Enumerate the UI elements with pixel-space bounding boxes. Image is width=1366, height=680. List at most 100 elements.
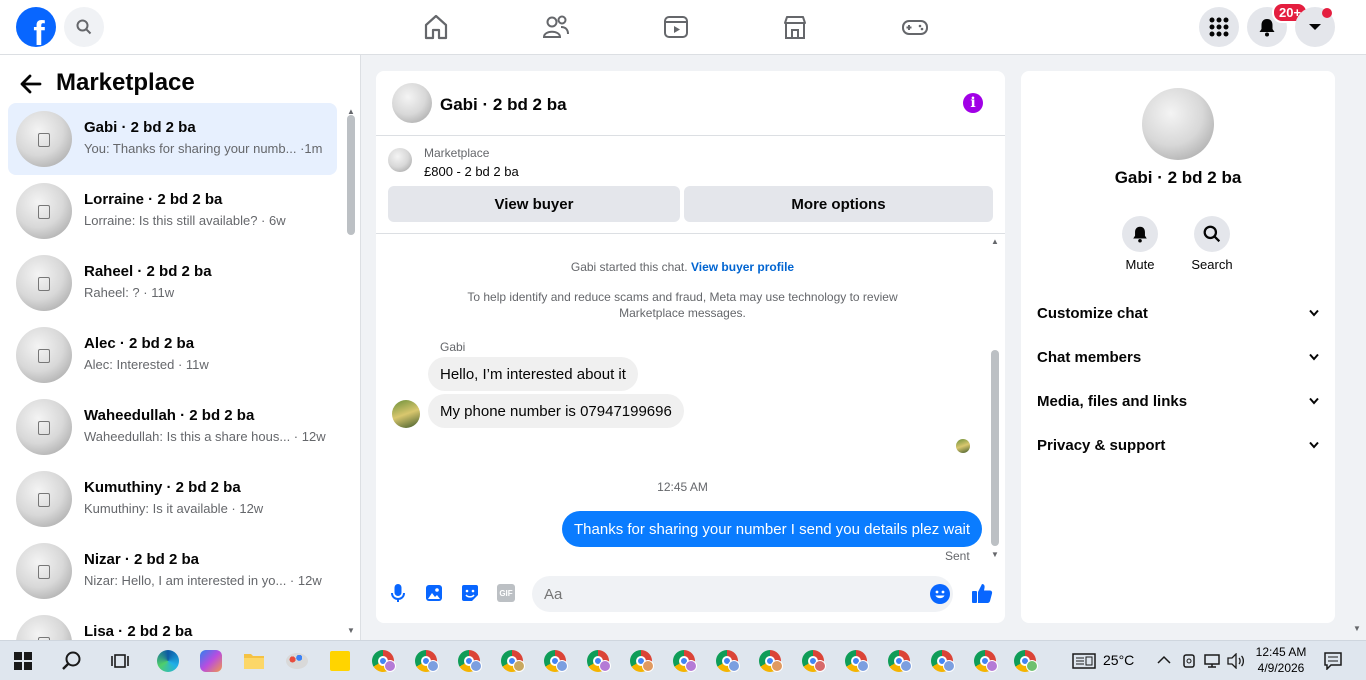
palette-icon [286, 653, 308, 669]
sticker-button[interactable] [459, 582, 481, 604]
taskbar-clock[interactable]: 12:45 AM 4/9/2026 [1250, 644, 1312, 676]
weather-temperature[interactable]: 25°C [1103, 652, 1134, 668]
chrome-window-active[interactable] [974, 650, 998, 672]
gif-button[interactable]: GIF [495, 582, 517, 604]
chat-members-section[interactable]: Chat members [1037, 345, 1319, 369]
back-button[interactable] [18, 71, 44, 97]
incoming-message[interactable]: My phone number is 07947199696 [428, 394, 684, 428]
media-files-links-section[interactable]: Media, files and links [1037, 389, 1319, 413]
conversation-item-lisa[interactable]: Lisa · 2 bd 2 ba [8, 607, 337, 640]
chrome-window[interactable] [544, 650, 568, 672]
conversation-preview: Raheel: ? · 11w [84, 285, 175, 300]
like-button[interactable] [971, 582, 993, 604]
listing-price-title[interactable]: £800 - 2 bd 2 ba [424, 164, 519, 179]
photo-icon [426, 585, 442, 601]
taskbar-search-button[interactable] [56, 645, 88, 677]
privacy-support-section[interactable]: Privacy & support [1037, 433, 1319, 457]
info-icon[interactable]: i [963, 93, 983, 113]
conversation-item-alec[interactable]: Alec · 2 bd 2 ba Alec: Interested · 11w [8, 319, 337, 391]
nav-video[interactable] [661, 13, 691, 41]
chrome-window[interactable] [501, 650, 525, 672]
conversation-item-kumuthiny[interactable]: Kumuthiny · 2 bd 2 ba Kumuthiny: Is it a… [8, 463, 337, 535]
voice-clip-button[interactable] [387, 582, 409, 604]
conversation-item-waheedullah[interactable]: Waheedullah · 2 bd 2 ba Waheedullah: Is … [8, 391, 337, 463]
chat-header: Gabi · 2 bd 2 ba i [376, 71, 1005, 136]
outgoing-message[interactable]: Thanks for sharing your number I send yo… [562, 511, 983, 547]
conversation-name: Lorraine · 2 bd 2 ba [84, 191, 223, 208]
nav-gaming[interactable] [900, 13, 930, 41]
chat-started-notice: Gabi started this chat. View buyer profi… [570, 260, 795, 274]
chrome-window[interactable] [587, 650, 611, 672]
emoji-icon [935, 590, 945, 599]
conversation-item-nizar[interactable]: Nizar · 2 bd 2 ba Nizar: Hello, I am int… [8, 535, 337, 607]
chrome-window[interactable] [759, 650, 783, 672]
volume-icon[interactable] [1227, 653, 1245, 669]
chevron-down-icon [1309, 397, 1319, 405]
view-buyer-button[interactable]: View buyer [388, 186, 680, 222]
chat-title[interactable]: Gabi · 2 bd 2 ba [440, 95, 567, 115]
edge-app[interactable] [152, 645, 184, 677]
facebook-logo[interactable]: f [16, 7, 56, 47]
nav-friends[interactable] [541, 13, 571, 41]
chrome-window[interactable] [1014, 650, 1038, 672]
menu-button[interactable] [1199, 7, 1239, 47]
conversation-item-lorraine[interactable]: Lorraine · 2 bd 2 ba Lorraine: Is this s… [8, 175, 337, 247]
conversation-preview: Nizar: Hello, I am interested in yo... ·… [84, 573, 322, 588]
chrome-window[interactable] [372, 650, 396, 672]
home-icon [424, 14, 448, 40]
search-button[interactable] [64, 7, 104, 47]
folder-icon [244, 654, 264, 669]
meet-now-icon[interactable] [1182, 653, 1196, 669]
incoming-message[interactable]: Hello, I’m interested about it [428, 357, 638, 391]
start-button[interactable] [7, 645, 39, 677]
customize-chat-section[interactable]: Customize chat [1037, 301, 1319, 325]
chrome-window[interactable] [845, 650, 869, 672]
search-in-conversation-button[interactable] [1194, 216, 1230, 252]
chevron-up-icon[interactable] [1157, 655, 1171, 665]
scroll-up-arrow-icon[interactable]: ▲ [991, 237, 999, 246]
emoji-button[interactable] [930, 584, 950, 604]
listing-thumbnail[interactable] [388, 148, 412, 172]
mute-button[interactable] [1122, 216, 1158, 252]
marketplace-icon [784, 16, 806, 39]
chat-scrollbar[interactable] [991, 350, 999, 546]
profile-avatar[interactable] [1142, 88, 1214, 160]
chrome-window[interactable] [415, 650, 439, 672]
message-composer[interactable] [532, 576, 953, 612]
chrome-window[interactable] [630, 650, 654, 672]
nav-marketplace[interactable] [780, 13, 810, 41]
chrome-window[interactable] [802, 650, 826, 672]
chrome-window[interactable] [888, 650, 912, 672]
sidebar-scrollbar[interactable] [347, 115, 355, 235]
conversation-item-gabi[interactable]: Gabi · 2 bd 2 ba You: Thanks for sharing… [8, 103, 337, 175]
file-explorer-app[interactable] [238, 645, 270, 677]
windows-taskbar: 25°C 12:45 AM 4/9/2026 [0, 640, 1366, 680]
more-options-button[interactable]: More options [684, 186, 993, 222]
chat-avatar[interactable] [392, 83, 432, 123]
clock-time: 12:45 AM [1255, 645, 1307, 659]
seen-indicator-avatar [956, 439, 970, 453]
conversation-item-raheel[interactable]: Raheel · 2 bd 2 ba Raheel: ? · 11w [8, 247, 337, 319]
chrome-window[interactable] [458, 650, 482, 672]
clock-date: 4/9/2026 [1257, 661, 1305, 675]
conversation-name: Raheel · 2 bd 2 ba [84, 263, 212, 280]
mute-label: Mute [1125, 257, 1155, 272]
page-scroll-down-arrow-icon[interactable]: ▼ [1353, 624, 1361, 633]
paint-app[interactable] [281, 645, 313, 677]
view-buyer-profile-link[interactable]: View buyer profile [691, 260, 794, 274]
nav-home[interactable] [421, 13, 451, 41]
notification-center-icon[interactable] [1324, 652, 1342, 670]
sticky-notes-app[interactable] [324, 645, 356, 677]
sender-avatar[interactable] [392, 400, 420, 428]
chrome-window[interactable] [931, 650, 955, 672]
chrome-window[interactable] [673, 650, 697, 672]
scroll-down-arrow-icon[interactable]: ▼ [991, 550, 999, 559]
chrome-window[interactable] [716, 650, 740, 672]
message-input[interactable] [544, 576, 914, 612]
network-icon[interactable] [1204, 653, 1222, 669]
task-view-button[interactable] [104, 645, 136, 677]
copilot-app[interactable] [195, 645, 227, 677]
conversation-preview: Waheedullah: Is this a share hous... · 1… [84, 429, 326, 444]
attach-photo-button[interactable] [423, 582, 445, 604]
scroll-down-arrow-icon[interactable]: ▼ [347, 626, 355, 635]
